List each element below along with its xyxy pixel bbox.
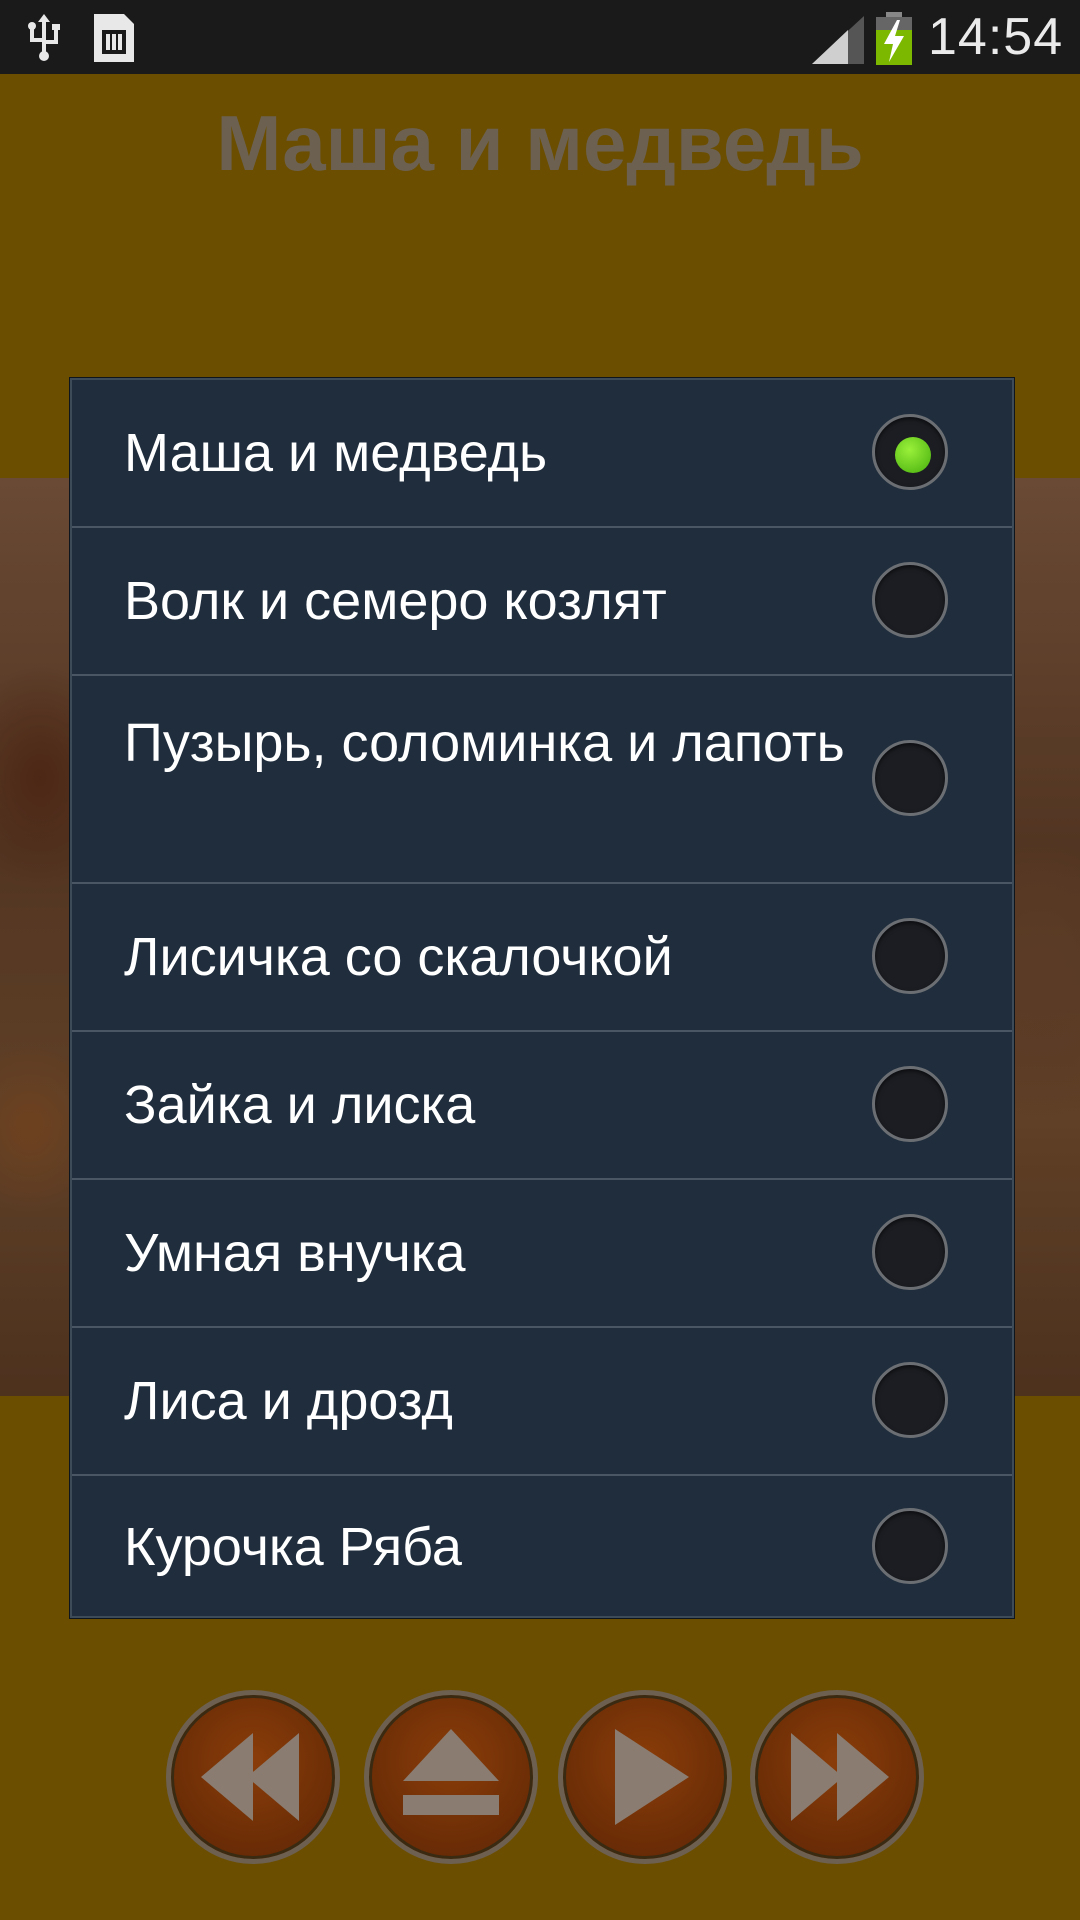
list-item-story-3[interactable]: Пузырь, соломинка и лапоть [72,676,1012,884]
list-item-label: Маша и медведь [124,423,548,483]
radio-button[interactable] [872,1214,948,1290]
list-item-label: Лиса и дрозд [124,1371,453,1431]
radio-selected-dot [895,437,931,473]
list-item-story-6[interactable]: Умная внучка [72,1180,1012,1328]
signal-icon [812,16,864,64]
list-item-label: Курочка Ряба [124,1517,462,1577]
rewind-icon [201,1733,299,1821]
fast-forward-icon [791,1733,889,1821]
radio-button[interactable] [872,740,948,816]
list-item-label: Пузырь, соломинка и лапоть [124,713,845,773]
player-controls [0,1660,1080,1920]
clock: 14:54 [928,8,1064,66]
usb-icon [28,14,60,61]
list-item-story-8[interactable]: Курочка Ряба [72,1476,1012,1616]
list-item-label: Лисичка со скалочкой [124,927,673,987]
list-item-story-4[interactable]: Лисичка со скалочкой [72,884,1012,1032]
eject-button[interactable] [364,1690,538,1864]
rewind-button[interactable] [166,1690,340,1864]
eject-icon [403,1729,499,1815]
list-item-label: Волк и семеро козлят [124,571,667,631]
play-button[interactable] [558,1690,732,1864]
list-item-story-5[interactable]: Зайка и лиска [72,1032,1012,1180]
battery-charging-icon [876,12,912,65]
radio-button[interactable] [872,918,948,994]
sim-card-icon [94,14,134,62]
radio-button[interactable] [872,1362,948,1438]
radio-button[interactable] [872,414,948,490]
radio-button[interactable] [872,562,948,638]
list-item-label: Зайка и лиска [124,1075,476,1135]
page-title: Маша и медведь [216,99,864,187]
list-item-label: Умная внучка [124,1223,466,1283]
list-item-story-2[interactable]: Волк и семеро козлят [72,528,1012,676]
status-bar: 14:54 [0,0,1080,74]
radio-button[interactable] [872,1508,948,1584]
fast-forward-button[interactable] [750,1690,924,1864]
radio-button[interactable] [872,1066,948,1142]
story-selection-dialog: Маша и медведь Волк и семеро козлят Пузы… [70,378,1014,1618]
list-item-story-1[interactable]: Маша и медведь [72,380,1012,528]
play-icon [615,1729,689,1825]
list-item-story-7[interactable]: Лиса и дрозд [72,1328,1012,1476]
